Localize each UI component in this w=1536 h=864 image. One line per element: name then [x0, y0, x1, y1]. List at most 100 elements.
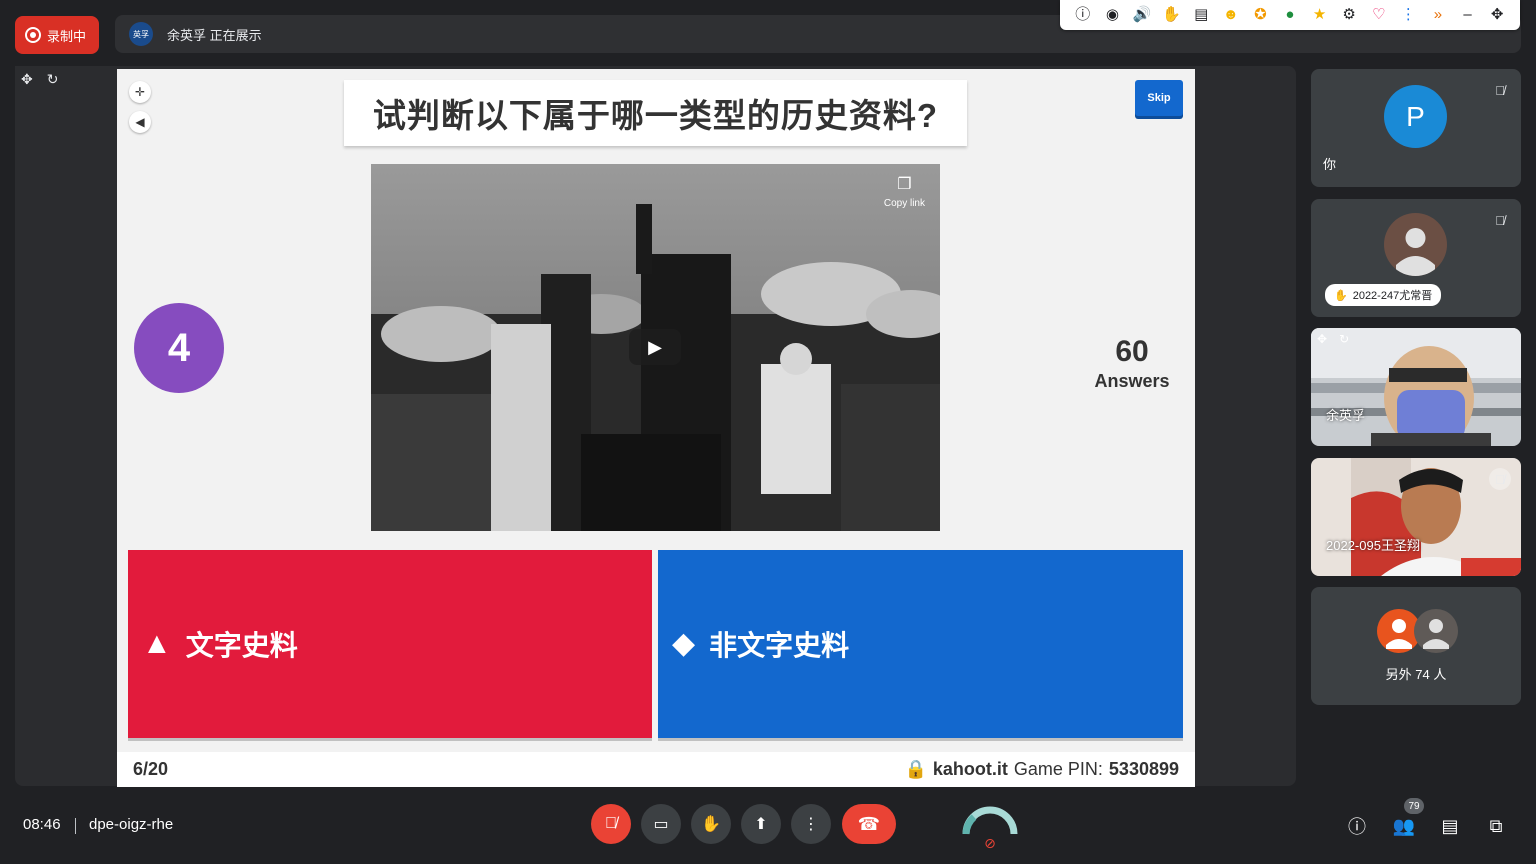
countdown-timer: 4	[134, 303, 224, 393]
recording-badge[interactable]: 录制中	[15, 16, 99, 54]
mic-off-icon: 🎙̸	[1489, 468, 1511, 490]
avatar	[1414, 609, 1458, 653]
end-call-icon: ☎	[857, 813, 881, 834]
mic-toggle-button[interactable]: 🎙̸	[591, 804, 631, 844]
refresh-icon[interactable]: ↻	[1339, 332, 1349, 346]
lock-icon: 🔒	[904, 759, 927, 779]
star-icon[interactable]: ★	[1305, 0, 1335, 30]
participant-name: 2022-095王圣翔	[1326, 538, 1420, 553]
shared-slide: ✛ ◀ 试判断以下属于哪一类型的历史资料? Skip ❐ Copy link ▶…	[117, 69, 1195, 787]
participant-tile-others[interactable]: 另外 74 人	[1311, 587, 1521, 705]
heart-icon[interactable]: ♡	[1364, 0, 1394, 30]
presenter-text: 余英孚 正在展示	[167, 27, 262, 43]
pin-label: Game PIN:	[1013, 759, 1103, 779]
copy-link-label: Copy link	[883, 198, 925, 209]
notes-icon[interactable]: ▤	[1186, 0, 1216, 30]
answer-blue-label: 非文字史料	[709, 630, 850, 661]
refresh-icon[interactable]: ↻	[47, 71, 59, 88]
hand-icon[interactable]: ✋	[1157, 0, 1187, 30]
info-icon[interactable]: ⓘ	[1068, 0, 1098, 30]
participant-tile-camera[interactable]: ✥ ↻ 余英孚	[1311, 328, 1521, 446]
more-icon[interactable]: ⋮	[1394, 0, 1424, 30]
participant-name: 你	[1323, 157, 1337, 172]
camera-toggle-button[interactable]: ▭	[641, 804, 681, 844]
hand-raise-icon: ✋	[1334, 289, 1348, 302]
stage-tools: ✥ ↻	[15, 66, 99, 92]
more-options-button[interactable]: ⋮	[791, 804, 831, 844]
svg-text:⊘: ⊘	[984, 836, 996, 852]
sound-icon[interactable]: ◀	[129, 111, 151, 133]
mic-off-icon: 🎙̸	[1495, 82, 1505, 98]
badge-icon[interactable]: ✪	[1246, 0, 1276, 30]
eye-icon[interactable]: ◉	[1098, 0, 1128, 30]
move-icon[interactable]: ✥	[1317, 332, 1327, 346]
copy-icon: ❐	[897, 176, 912, 193]
participant-name: 余英孚	[1326, 408, 1366, 423]
move-icon[interactable]: ✥	[1482, 0, 1512, 30]
participant-name-pill: ✋ 2022-247尤常晋	[1325, 284, 1442, 306]
meeting-time: 08:46	[23, 816, 61, 833]
copy-link-button[interactable]: ❐ Copy link	[884, 174, 925, 209]
question-progress: 6/20	[133, 759, 169, 779]
end-call-button[interactable]: ☎	[842, 804, 896, 844]
meeting-info-button[interactable]: ⓘ	[1343, 812, 1371, 840]
avatar	[1384, 213, 1447, 276]
move-icon[interactable]: ✥	[21, 71, 33, 88]
extension-toolbar: ⓘ ◉ 🔊 ✋ ▤ ☻ ✪ ● ★ ⚙ ♡ ⋮ » – ✥	[1060, 0, 1520, 30]
people-icon: 👥	[1392, 815, 1416, 836]
divider	[75, 818, 76, 834]
slide-footer: 6/20 🔒 kahoot.it Game PIN: 5330899	[117, 752, 1195, 787]
chat-icon: ▤	[1441, 815, 1459, 836]
skip-button[interactable]: Skip	[1135, 80, 1183, 116]
person-icon	[1423, 619, 1449, 649]
emoji-icon[interactable]: ☻	[1216, 0, 1246, 30]
answer-red-label: 文字史料	[185, 630, 298, 661]
chevrons-icon[interactable]: »	[1423, 0, 1453, 30]
participant-count-badge: 79	[1404, 798, 1424, 814]
speaker-icon[interactable]: 🔊	[1127, 0, 1157, 30]
play-button[interactable]: ▶	[629, 329, 681, 365]
answer-option-red[interactable]: ▲ 文字史料	[128, 550, 652, 738]
answers-counter: 60 Answers	[1082, 335, 1182, 392]
info-icon: ⓘ	[1348, 817, 1366, 837]
answers-count: 60	[1115, 335, 1149, 368]
participant-tile-camera[interactable]: 🎙̸ 2022-095王圣翔	[1311, 458, 1521, 576]
chat-button[interactable]: ▤	[1436, 812, 1464, 840]
diamond-icon: ◆	[672, 627, 696, 660]
people-button[interactable]: 👥	[1390, 812, 1418, 840]
raise-hand-button[interactable]: ✋	[691, 804, 731, 844]
presenter-avatar: 英孚	[129, 22, 153, 46]
mic-off-icon: 🎙̸	[1495, 212, 1505, 228]
recording-label: 录制中	[47, 28, 87, 44]
camera-icon: ▭	[653, 816, 669, 833]
participant-tile[interactable]: 🎙̸ ✋ 2022-247尤常晋	[1311, 199, 1521, 317]
tile-controls: ✥ ↻	[1317, 332, 1349, 346]
activities-button[interactable]: ⧉	[1482, 812, 1510, 840]
chat-icon[interactable]: ●	[1275, 0, 1305, 30]
game-pin: 5330899	[1108, 759, 1179, 779]
meeting-code: dpe-oigz-rhe	[89, 816, 174, 833]
present-icon: ⬆	[754, 816, 768, 833]
answers-label: Answers	[1094, 371, 1170, 391]
site-name: kahoot.it	[932, 759, 1008, 779]
participant-tile-you[interactable]: 🎙̸ P 你	[1311, 69, 1521, 187]
present-button[interactable]: ⬆	[741, 804, 781, 844]
avatar: P	[1384, 85, 1447, 148]
audio-level-gauge[interactable]: ⊘	[960, 800, 1020, 856]
minimize-icon[interactable]: ✛	[129, 81, 151, 103]
gear-icon[interactable]: ⚙	[1334, 0, 1364, 30]
minimize-icon[interactable]: –	[1453, 0, 1483, 30]
activities-icon: ⧉	[1489, 815, 1503, 836]
participant-name: 2022-247尤常晋	[1352, 290, 1433, 302]
meeting-controls-bar: 08:46 dpe-oigz-rhe 🎙̸ ▭ ✋ ⬆ ⋮ ☎ ⊘ ⓘ 👥 79…	[0, 796, 1536, 864]
question-video[interactable]: ❐ Copy link ▶	[371, 164, 940, 531]
record-icon	[25, 27, 41, 43]
others-count-label: 另外 74 人	[1385, 667, 1447, 682]
more-icon: ⋮	[803, 816, 819, 833]
game-pin-info: 🔒 kahoot.it Game PIN: 5330899	[904, 759, 1179, 780]
person-icon	[1396, 228, 1435, 276]
question-title: 试判断以下属于哪一类型的历史资料?	[344, 80, 967, 146]
mic-off-icon: 🎙̸	[605, 815, 617, 832]
triangle-icon: ▲	[142, 627, 172, 660]
answer-option-blue[interactable]: ◆ 非文字史料	[658, 550, 1183, 738]
